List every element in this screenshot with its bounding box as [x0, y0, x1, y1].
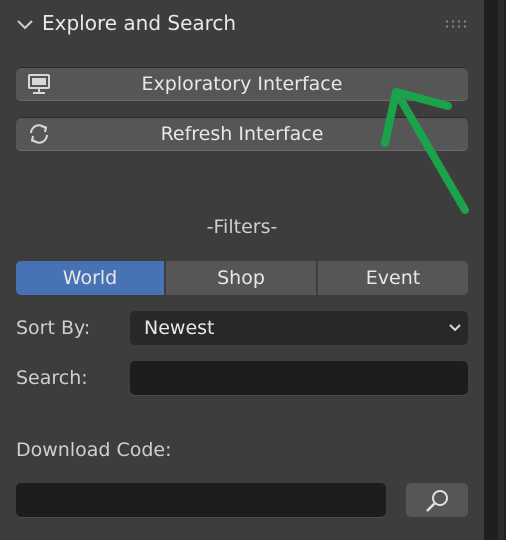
- tab-event-label: Event: [365, 267, 421, 289]
- refresh-interface-label: Refresh Interface: [160, 123, 324, 145]
- exploratory-interface-label: Exploratory Interface: [141, 73, 343, 95]
- sort-by-value: Newest: [144, 317, 215, 339]
- filters-heading: -Filters-: [206, 216, 278, 238]
- search-input[interactable]: [130, 361, 468, 395]
- search-label: Search:: [16, 367, 88, 389]
- scrollbar-track[interactable]: [498, 0, 504, 540]
- tab-event[interactable]: Event: [318, 261, 468, 295]
- tab-shop-label: Shop: [217, 267, 265, 289]
- tab-world[interactable]: World: [16, 261, 164, 295]
- refresh-interface-button[interactable]: Refresh Interface: [16, 117, 468, 151]
- exploratory-interface-button[interactable]: Exploratory Interface: [16, 67, 468, 101]
- download-code-label: Download Code:: [16, 439, 172, 461]
- panel-title: Explore and Search: [42, 11, 237, 35]
- chevron-down-icon: [449, 324, 461, 332]
- sort-by-dropdown[interactable]: Newest: [130, 311, 468, 345]
- explore-search-panel: Explore and Search Exploratory Interface…: [0, 0, 484, 540]
- magnifier-icon: [426, 490, 448, 512]
- tab-world-label: World: [62, 267, 118, 289]
- tab-shop[interactable]: Shop: [166, 261, 316, 295]
- drag-handle-icon[interactable]: [444, 19, 468, 29]
- panel-header[interactable]: Explore and Search: [0, 0, 484, 48]
- download-code-input[interactable]: [16, 483, 386, 517]
- download-search-button[interactable]: [406, 483, 468, 517]
- chevron-down-icon[interactable]: [15, 14, 35, 34]
- sort-by-label: Sort By:: [16, 317, 91, 339]
